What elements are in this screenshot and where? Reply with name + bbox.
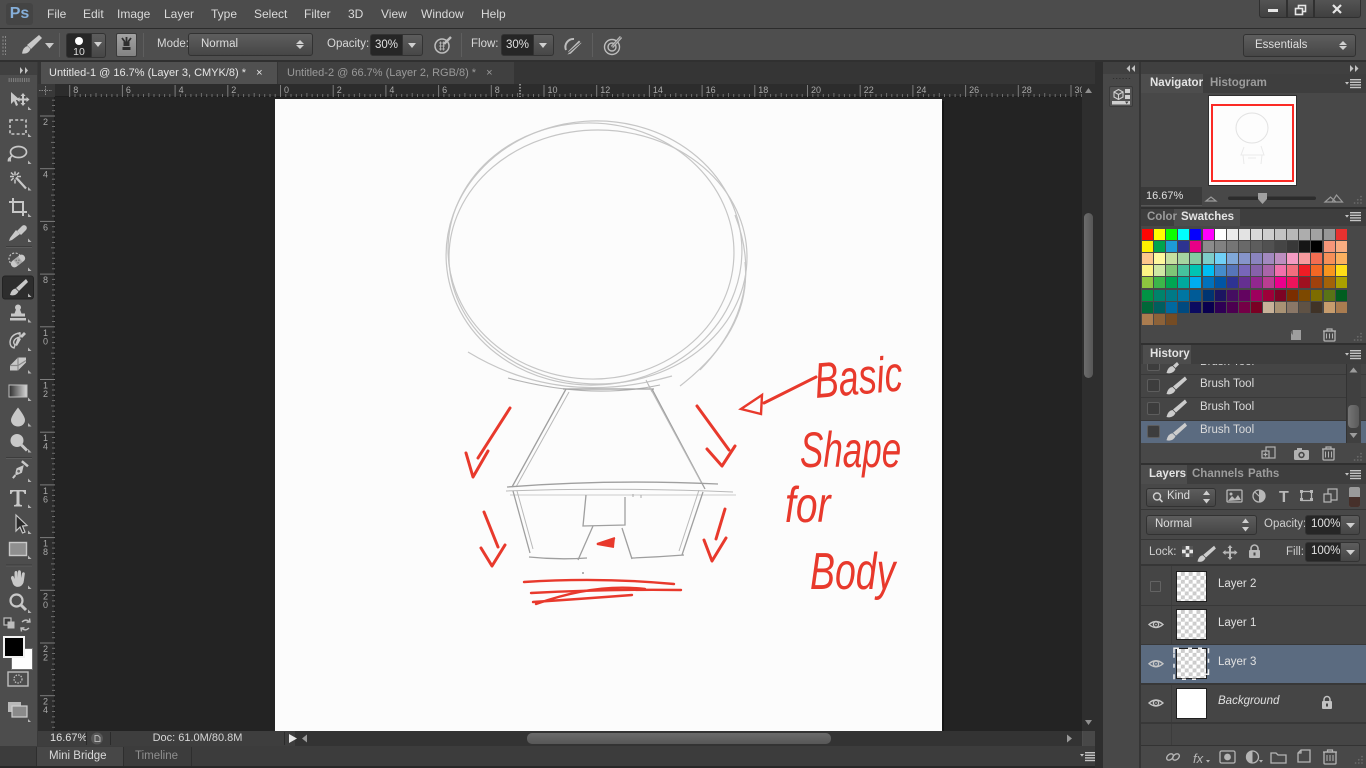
svg-text:fx: fx [1193, 751, 1204, 766]
svg-text:T: T [1279, 489, 1289, 506]
